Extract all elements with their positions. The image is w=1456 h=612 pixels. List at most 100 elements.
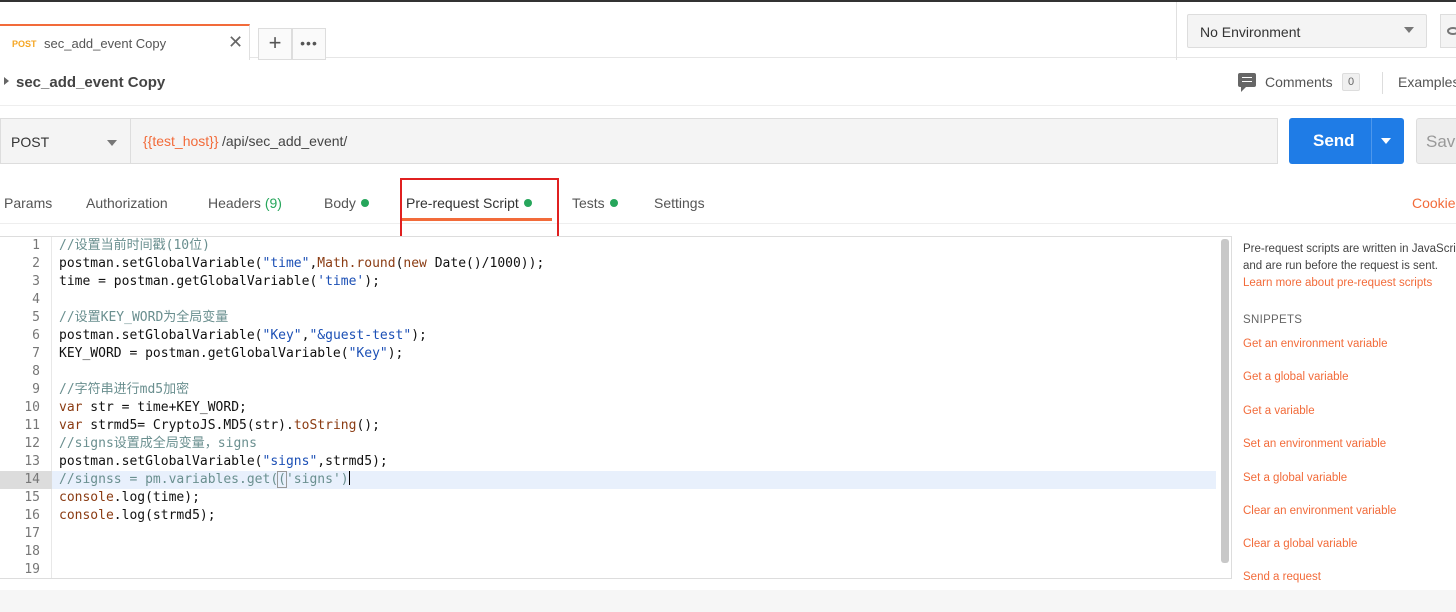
snippet-link[interactable]: Clear an environment variable	[1243, 505, 1396, 517]
code-line: 11 var strmd5= CryptoJS.MD5(str).toString…	[0, 417, 1216, 435]
snippet-link[interactable]: Send a request	[1243, 571, 1321, 583]
divider	[1382, 72, 1383, 94]
code-line: 9//字符串进行md5加密	[0, 381, 1216, 399]
tab-authorization[interactable]: Authorization	[86, 195, 168, 211]
line-number: 10	[24, 400, 40, 415]
code-line: 10 var str = time+KEY_WORD;	[0, 399, 1216, 417]
snippets-panel: Pre-request scripts are written in JavaS…	[1232, 236, 1456, 586]
save-button[interactable]: Save	[1416, 118, 1456, 164]
more-tabs-button[interactable]: •••	[292, 28, 326, 60]
chevron-down-icon[interactable]	[1381, 138, 1391, 144]
snippet-link[interactable]: Clear a global variable	[1243, 538, 1357, 550]
divider	[1176, 2, 1177, 60]
request-tab-title: sec_add_event Copy	[44, 36, 167, 51]
environment-select-value: No Environment	[1200, 24, 1301, 40]
tab-body[interactable]: Body	[324, 195, 369, 211]
chevron-down-icon	[1404, 27, 1414, 33]
line-number: 4	[32, 292, 40, 307]
comment-icon	[1238, 73, 1256, 92]
environment-quick-look-button[interactable]	[1440, 14, 1456, 48]
send-button-label: Send	[1313, 131, 1355, 150]
response-area	[0, 590, 1456, 612]
line-number: 1	[32, 238, 40, 253]
request-tab[interactable]: POST sec_add_event Copy ✕	[0, 24, 250, 60]
line-number: 9	[32, 382, 40, 397]
annotation-highlight-box	[400, 178, 559, 239]
line-number: 16	[24, 508, 40, 523]
eye-icon	[1447, 27, 1456, 35]
tab-bar: POST sec_add_event Copy ✕ + ••• No Envir…	[0, 0, 1456, 60]
line-number: 7	[32, 346, 40, 361]
code-line: 3 time = postman.getGlobalVariable('time'…	[0, 273, 1216, 291]
line-number: 3	[32, 274, 40, 289]
status-dot-icon	[360, 199, 369, 207]
request-name-row: sec_add_event Copy Comments 0 Examples	[0, 58, 1456, 106]
line-number: 14	[0, 471, 52, 489]
line-number: 13	[24, 454, 40, 469]
close-icon[interactable]: ✕	[228, 32, 243, 53]
url-path: /api/sec_add_event/	[222, 133, 348, 149]
request-tab-method: POST	[12, 39, 37, 49]
environment-select[interactable]: No Environment	[1187, 14, 1427, 48]
line-number: 18	[24, 544, 40, 559]
code-line: 13 postman.setGlobalVariable("signs",strm…	[0, 453, 1216, 471]
comments-label: Comments	[1265, 74, 1333, 90]
script-editor[interactable]: 1//设置当前时间戳(10位) 2 postman.setGlobalVariab…	[0, 236, 1232, 579]
url-row: POST {{test_host}} /api/sec_add_event/ S…	[0, 106, 1456, 176]
tab-tests-label: Tests	[572, 195, 605, 211]
code-line: 18	[0, 543, 1216, 561]
snippet-link[interactable]: Get an environment variable	[1243, 338, 1387, 350]
code-line: 19	[0, 561, 1216, 578]
line-number: 5	[32, 310, 40, 325]
status-dot-icon	[609, 199, 618, 207]
code-line: 17	[0, 525, 1216, 543]
code-line: 6 postman.setGlobalVariable("Key","&guest…	[0, 327, 1216, 345]
snippet-link[interactable]: Get a global variable	[1243, 371, 1348, 383]
add-tab-button[interactable]: +	[258, 28, 292, 60]
tab-headers-label: Headers	[208, 195, 261, 211]
chevron-down-icon	[107, 140, 117, 146]
editor-scrollbar[interactable]	[1221, 239, 1229, 563]
comments-count-badge: 0	[1342, 73, 1360, 91]
snippet-link[interactable]: Set a global variable	[1243, 472, 1347, 484]
method-select[interactable]: POST	[0, 118, 130, 164]
code-line: 15 console.log(time);	[0, 489, 1216, 507]
tab-headers-count: (9)	[264, 195, 282, 211]
line-number: 19	[24, 562, 40, 577]
url-variable: {{test_host}}	[143, 133, 219, 149]
url-input[interactable]: {{test_host}} /api/sec_add_event/	[130, 118, 1278, 164]
line-number: 17	[24, 526, 40, 541]
tab-settings[interactable]: Settings	[654, 195, 705, 211]
line-number: 12	[24, 436, 40, 451]
tab-body-label: Body	[324, 195, 356, 211]
tab-headers[interactable]: Headers (9)	[208, 195, 282, 211]
code-line: 8	[0, 363, 1216, 381]
line-number: 2	[32, 256, 40, 271]
code-line: 12//signs设置成全局变量，signs	[0, 435, 1216, 453]
learn-more-link[interactable]: Learn more about pre-request scripts	[1243, 277, 1432, 289]
tab-tests[interactable]: Tests	[572, 195, 618, 211]
line-number: 8	[32, 364, 40, 379]
method-select-value: POST	[11, 134, 50, 150]
send-button[interactable]: Send	[1289, 118, 1404, 164]
line-number: 15	[24, 490, 40, 505]
request-subtabs: Params Authorization Headers (9) Body Pr…	[0, 176, 1456, 224]
code-line: 4	[0, 291, 1216, 309]
snippet-link[interactable]: Set an environment variable	[1243, 438, 1386, 450]
snippet-link[interactable]: Get a variable	[1243, 405, 1315, 417]
line-number: 11	[24, 418, 40, 433]
line-number: 6	[32, 328, 40, 343]
expand-arrow-icon[interactable]	[4, 77, 9, 85]
request-name[interactable]: sec_add_event Copy	[16, 74, 165, 91]
code-line: 7 KEY_WORD = postman.getGlobalVariable("K…	[0, 345, 1216, 363]
code-line-active: 14//signss = pm.variables.get(('signs')	[0, 471, 1216, 489]
save-button-label: Save	[1426, 132, 1456, 151]
code-line: 1//设置当前时间戳(10位)	[0, 237, 1216, 255]
code-line: 2 postman.setGlobalVariable("time",Math.r…	[0, 255, 1216, 273]
code-line: 16 console.log(strmd5);	[0, 507, 1216, 525]
tab-params[interactable]: Params	[4, 195, 52, 211]
code-lines: 1//设置当前时间戳(10位) 2 postman.setGlobalVariab…	[0, 237, 1216, 578]
cookies-link[interactable]: Cookies	[1412, 195, 1456, 211]
examples-button[interactable]: Examples	[1398, 74, 1456, 90]
snippets-heading: SNIPPETS	[1243, 314, 1303, 326]
